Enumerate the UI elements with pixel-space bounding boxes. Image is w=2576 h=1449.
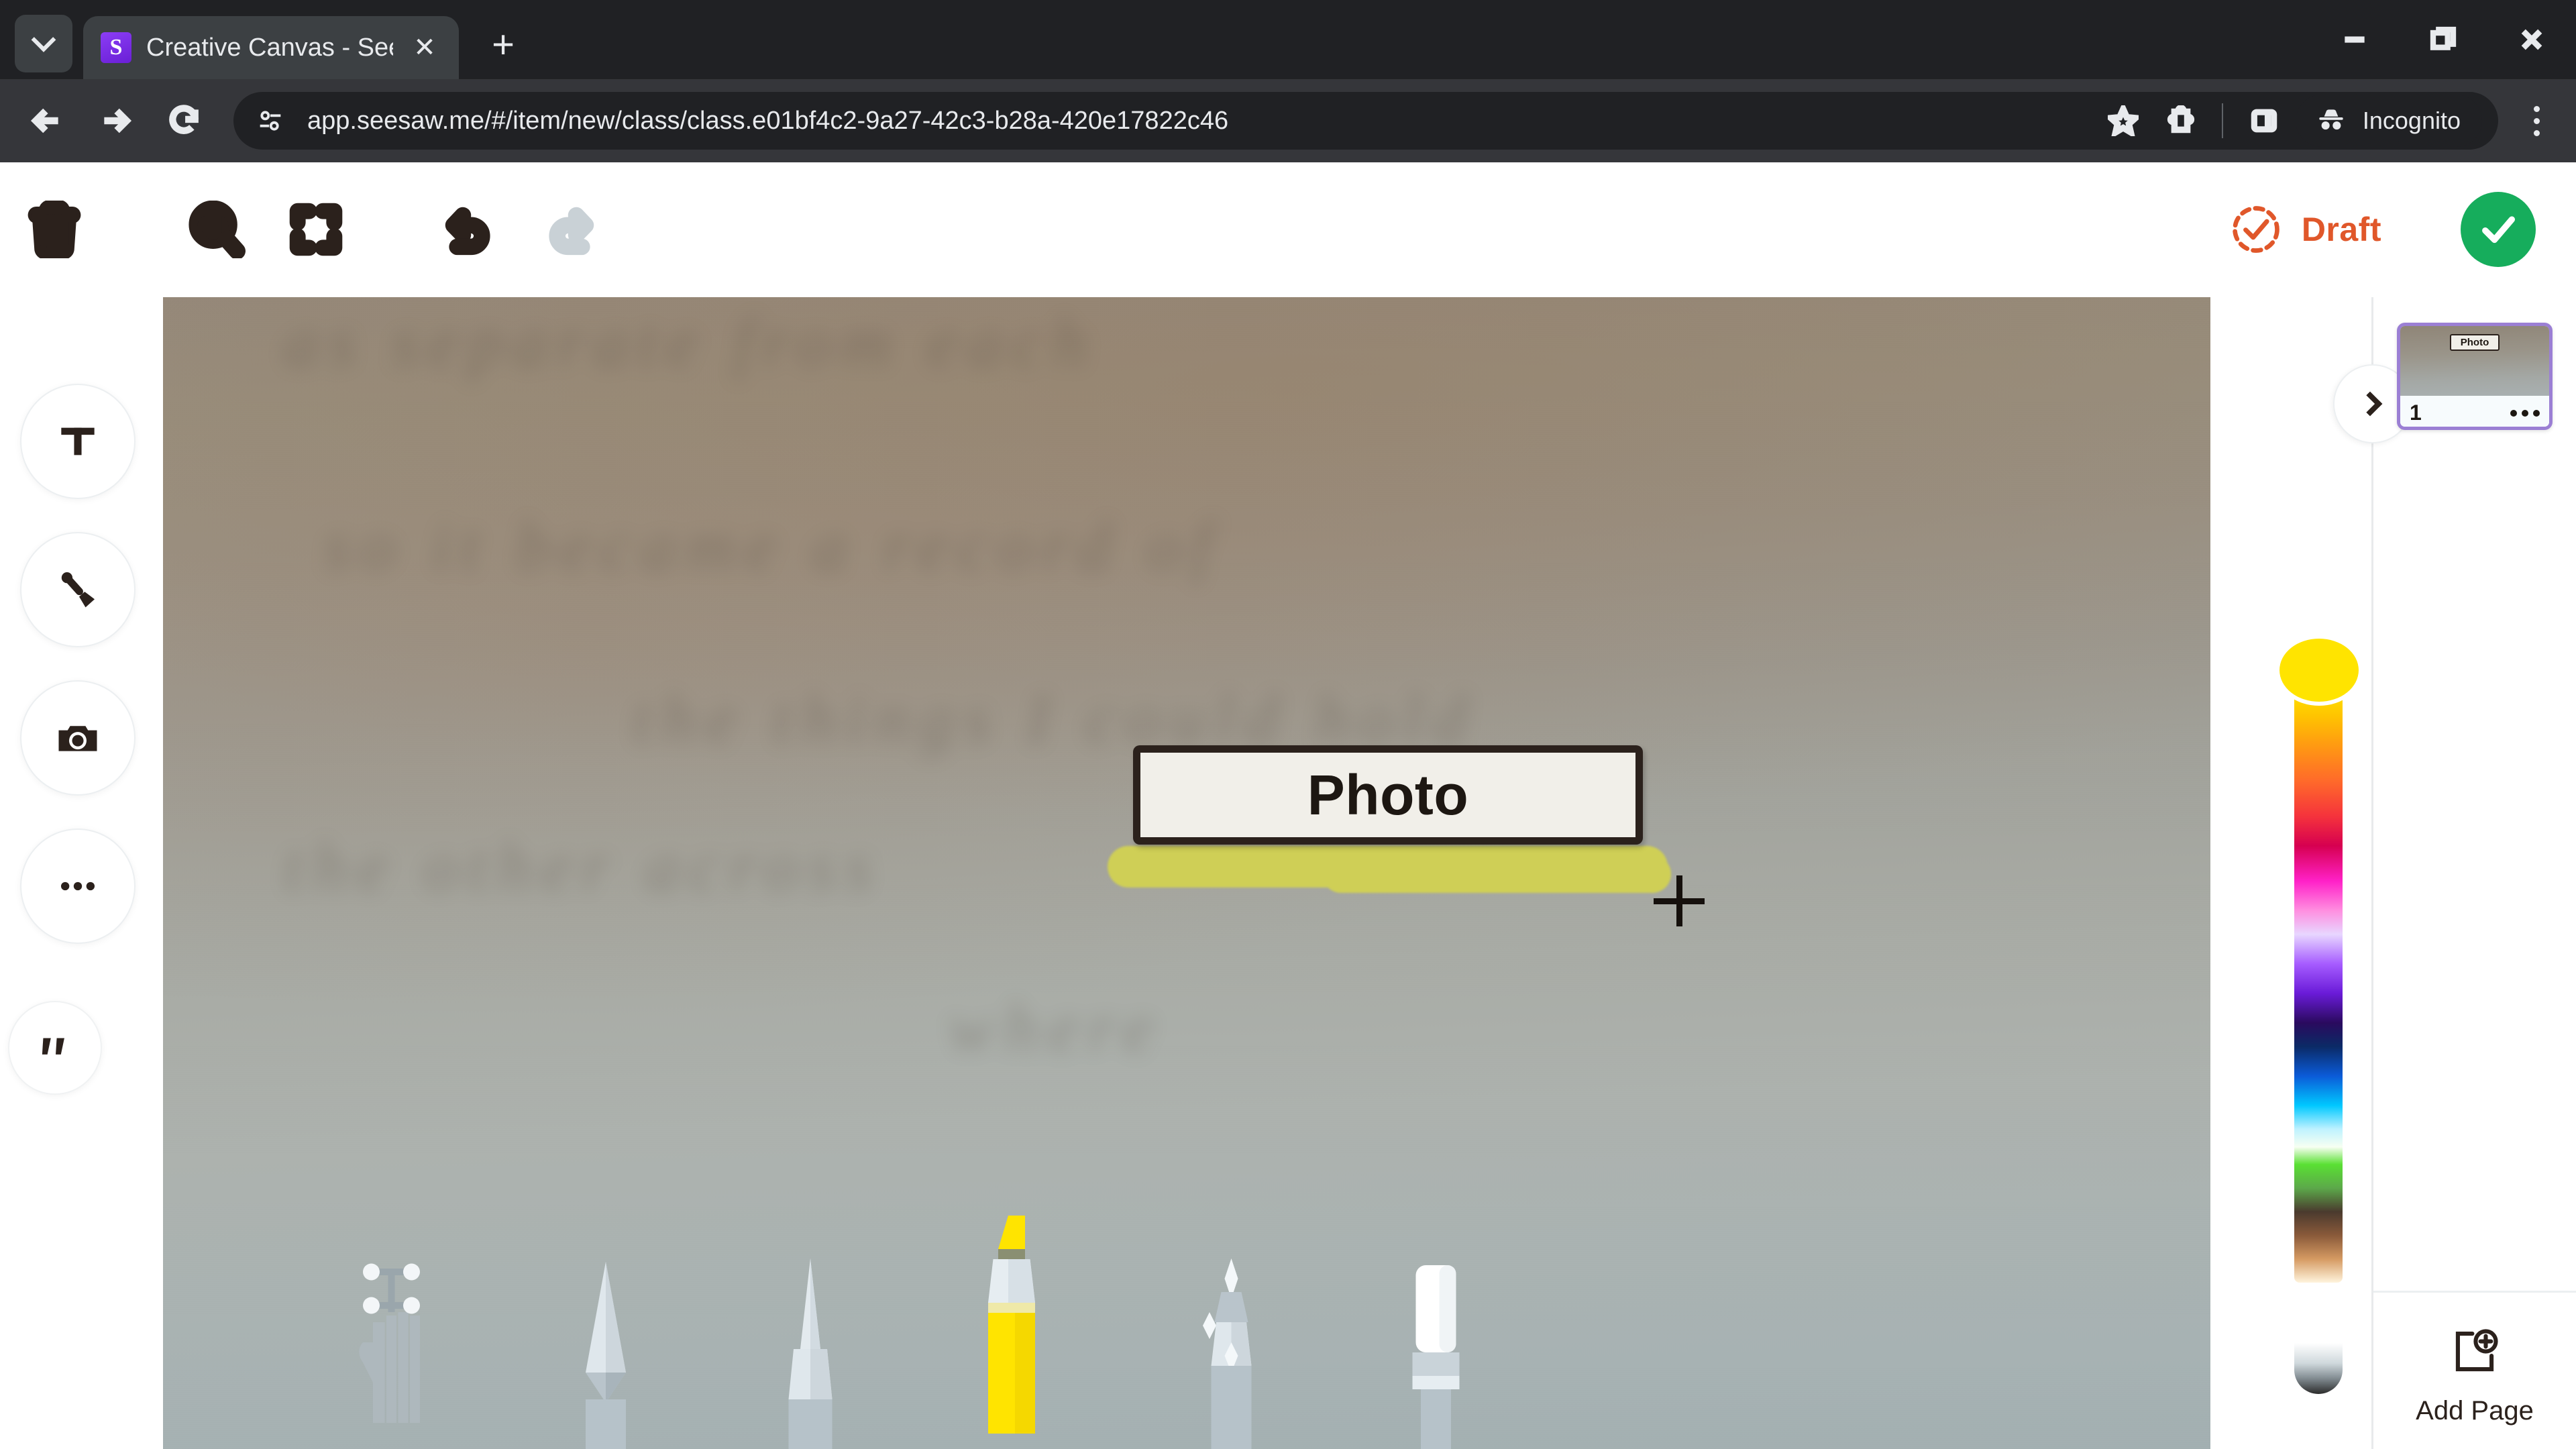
highlighter-tool[interactable] [965,1212,1052,1437]
redo-icon[interactable] [543,201,600,258]
back-arrow-icon[interactable] [17,91,76,150]
thumbnail-photo-label: Photo [2449,334,2500,351]
status-badge[interactable]: Draft [2228,201,2381,258]
seesaw-app: Draft as separate from each so it became… [0,162,2576,1449]
check-icon [2482,216,2516,244]
highlighter-stroke [1108,846,1671,893]
forward-arrow-icon[interactable] [86,91,145,150]
ellipsis-icon [60,881,95,891]
add-page-icon [2455,1329,2498,1372]
add-page-button[interactable]: Add Page [2373,1291,2576,1426]
drawing-canvas[interactable]: as separate from each so it became a rec… [163,297,2210,1449]
new-tab-button[interactable]: + [482,25,525,68]
move-tool[interactable] [350,1255,450,1449]
confirm-button[interactable] [2461,192,2536,267]
maximize-icon[interactable] [2399,0,2487,79]
photo-label-box[interactable]: Photo [1133,745,1643,845]
page-menu-ellipsis-icon[interactable] [2510,409,2540,417]
fit-to-screen-icon[interactable] [288,202,343,257]
chevron-down-icon [31,27,56,52]
color-slider-thumb[interactable] [2279,639,2359,702]
tab-strip: S Creative Canvas - Seesaw ✕ + [0,0,2576,79]
camera-icon [58,726,97,751]
grayscale-swatch[interactable] [2294,1343,2343,1394]
sidebar-item-text-tool[interactable] [20,384,136,499]
incognito-label: Incognito [2362,107,2461,134]
add-page-label: Add Page [2416,1396,2534,1426]
trash-icon[interactable] [25,201,83,258]
page-thumbnail-preview: Photo [2400,326,2549,396]
zoom-in-icon[interactable] [188,201,246,258]
status-label: Draft [2301,211,2381,248]
browser-window: S Creative Canvas - Seesaw ✕ + [0,0,2576,1449]
divider [2221,103,2223,138]
tab-search-button[interactable] [15,15,72,72]
omnibox-actions: Incognito [2097,95,2487,147]
sidebar-item-more-tools[interactable] [20,828,136,944]
sidebar-item-mic-tool[interactable] [20,532,136,647]
url-text[interactable]: app.seesaw.me/#/item/new/class/class.e01… [307,107,2078,136]
pen-tray [163,1216,2210,1449]
tool-rail [8,297,144,1449]
incognito-indicator[interactable]: Incognito [2295,95,2482,147]
tune-icon[interactable] [252,103,288,139]
quote-icon [42,1038,64,1055]
sidebar-item-camera-tool[interactable] [20,680,136,796]
microphone-icon [61,572,95,608]
window-close-icon[interactable] [2487,0,2576,79]
star-icon[interactable] [2097,95,2149,147]
minimize-icon[interactable] [2310,0,2399,79]
crosshair-cursor [1654,875,1705,926]
seesaw-favicon: S [101,32,131,63]
glitter-pen-tool[interactable] [1189,1255,1273,1449]
color-gradient-slider[interactable] [2294,692,2343,1283]
close-icon[interactable]: ✕ [408,32,441,63]
window-controls [2310,0,2576,79]
reload-icon[interactable] [154,91,213,150]
puzzle-icon[interactable] [2155,95,2207,147]
page-number: 1 [2410,400,2422,425]
address-bar[interactable]: app.seesaw.me/#/item/new/class/class.e01… [233,92,2498,150]
page-thumbnail[interactable]: Photo 1 [2397,323,2553,430]
chevron-right-icon [2357,391,2383,417]
tab-title: Creative Canvas - Seesaw [146,33,393,62]
photo-label-text: Photo [1307,763,1469,826]
browser-tab[interactable]: S Creative Canvas - Seesaw ✕ [83,16,459,79]
text-T-icon [61,427,95,455]
pencil-tool[interactable] [566,1255,646,1449]
pen-tool[interactable] [770,1255,851,1449]
side-panel-icon[interactable] [2238,95,2290,147]
app-toolbar: Draft [0,162,2576,297]
kebab-menu-icon[interactable] [2514,105,2559,136]
undo-icon[interactable] [439,201,496,258]
browser-toolbar: app.seesaw.me/#/item/new/class/class.e01… [0,79,2576,162]
page-thumbnail-footer: 1 [2400,396,2549,427]
draft-circle-check-icon [2232,206,2279,253]
eraser-tool[interactable] [1394,1255,1474,1449]
pages-panel: Photo 1 Add Page [2333,297,2576,1449]
sidebar-item-comment-tool[interactable] [8,1001,102,1095]
